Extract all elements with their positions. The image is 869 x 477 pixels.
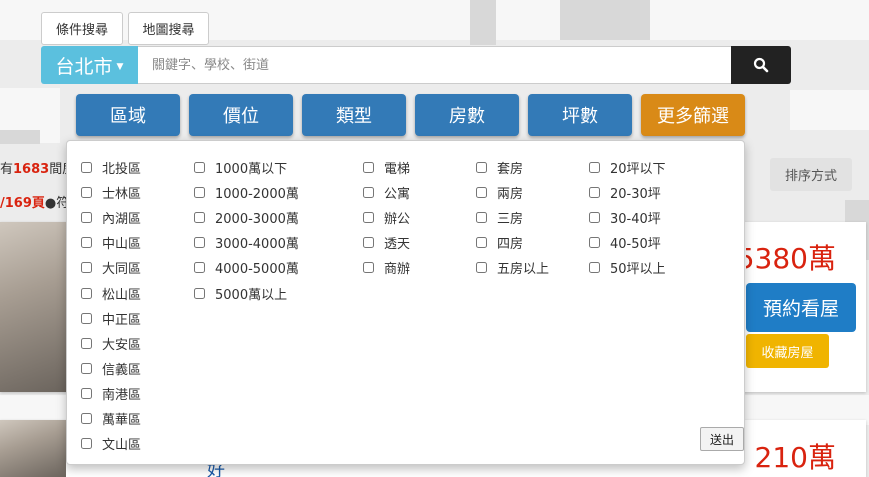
checkbox[interactable] (476, 212, 487, 224)
size-option[interactable]: 20-30坪 (589, 180, 666, 205)
rooms-option[interactable]: 五房以上 (476, 255, 549, 280)
district-option[interactable]: 文山區 (81, 431, 141, 456)
checkbox[interactable] (476, 237, 487, 249)
caret-down-icon: ▼ (116, 62, 124, 72)
sort-button[interactable]: 排序方式 (770, 158, 852, 191)
district-option[interactable]: 萬華區 (81, 406, 141, 431)
checkbox[interactable] (81, 412, 92, 424)
filter-rooms-button[interactable]: 房數 (415, 94, 519, 136)
checkbox[interactable] (589, 187, 600, 199)
checkbox[interactable] (81, 362, 92, 374)
type-option[interactable]: 辦公 (363, 205, 410, 230)
checkbox[interactable] (81, 438, 92, 450)
checkbox[interactable] (589, 262, 600, 274)
rooms-column: 套房 兩房 三房 四房 五房以上 (476, 155, 549, 280)
checkbox[interactable] (363, 162, 374, 174)
district-option[interactable]: 大安區 (81, 331, 141, 356)
search-icon (753, 57, 769, 73)
search-input[interactable] (138, 46, 732, 84)
type-option[interactable]: 公寓 (363, 180, 410, 205)
filter-dropdown-panel: 北投區 士林區 內湖區 中山區 大同區 松山區 中正區 大安區 信義區 南港區 … (66, 140, 745, 465)
filter-size-button[interactable]: 坪數 (528, 94, 632, 136)
district-option[interactable]: 士林區 (81, 180, 141, 205)
district-option[interactable]: 內湖區 (81, 205, 141, 230)
checkbox[interactable] (589, 237, 600, 249)
checkbox[interactable] (476, 162, 487, 174)
district-option[interactable]: 中山區 (81, 230, 141, 255)
checkbox[interactable] (194, 162, 205, 174)
checkbox[interactable] (589, 212, 600, 224)
filter-district-button[interactable]: 區域 (76, 94, 180, 136)
price-option[interactable]: 3000-4000萬 (194, 230, 299, 255)
listing-price: 210萬 (754, 441, 836, 474)
size-column: 20坪以下 20-30坪 30-40坪 40-50坪 50坪以上 (589, 155, 666, 280)
checkbox[interactable] (81, 212, 92, 224)
city-dropdown-button[interactable]: 台北市 ▼ (41, 46, 138, 84)
rooms-option[interactable]: 四房 (476, 230, 549, 255)
checkbox[interactable] (476, 262, 487, 274)
result-count: 有1683間房 (0, 162, 76, 177)
size-option[interactable]: 50坪以上 (589, 255, 666, 280)
filter-type-button[interactable]: 類型 (302, 94, 406, 136)
checkbox[interactable] (81, 387, 92, 399)
checkbox[interactable] (363, 187, 374, 199)
listing-price: 5380萬 (746, 242, 836, 275)
district-option[interactable]: 南港區 (81, 381, 141, 406)
rooms-option[interactable]: 套房 (476, 155, 549, 180)
checkbox[interactable] (363, 212, 374, 224)
price-column: 1000萬以下 1000-2000萬 2000-3000萬 3000-4000萬… (194, 155, 299, 306)
district-option[interactable]: 大同區 (81, 255, 141, 280)
size-option[interactable]: 20坪以下 (589, 155, 666, 180)
submit-button[interactable]: 送出 (700, 427, 744, 451)
checkbox[interactable] (81, 187, 92, 199)
type-option[interactable]: 透天 (363, 230, 410, 255)
checkbox[interactable] (194, 287, 205, 299)
price-option[interactable]: 5000萬以上 (194, 280, 299, 305)
search-button[interactable] (731, 46, 791, 84)
checkbox[interactable] (363, 237, 374, 249)
checkbox[interactable] (81, 287, 92, 299)
district-option[interactable]: 松山區 (81, 280, 141, 305)
checkbox[interactable] (81, 162, 92, 174)
checkbox[interactable] (194, 262, 205, 274)
listing-photo (0, 222, 66, 392)
city-label: 台北市 (55, 55, 113, 78)
tab-map-search[interactable]: 地圖搜尋 (128, 12, 209, 45)
filter-more-button[interactable]: 更多篩選 (641, 94, 745, 136)
price-option[interactable]: 2000-3000萬 (194, 205, 299, 230)
checkbox[interactable] (194, 187, 205, 199)
page-indicator: /169頁●符 (0, 196, 70, 211)
checkbox[interactable] (81, 337, 92, 349)
checkbox[interactable] (194, 237, 205, 249)
district-option[interactable]: 信義區 (81, 356, 141, 381)
price-option[interactable]: 1000萬以下 (194, 155, 299, 180)
checkbox[interactable] (194, 212, 205, 224)
district-option[interactable]: 中正區 (81, 306, 141, 331)
checkbox[interactable] (81, 262, 92, 274)
checkbox[interactable] (363, 262, 374, 274)
type-option[interactable]: 電梯 (363, 155, 410, 180)
tab-condition-search[interactable]: 條件搜尋 (41, 12, 123, 45)
district-column: 北投區 士林區 內湖區 中山區 大同區 松山區 中正區 大安區 信義區 南港區 … (81, 155, 141, 456)
rooms-option[interactable]: 三房 (476, 205, 549, 230)
district-option[interactable]: 北投區 (81, 155, 141, 180)
checkbox[interactable] (81, 237, 92, 249)
checkbox[interactable] (81, 312, 92, 324)
size-option[interactable]: 40-50坪 (589, 230, 666, 255)
rooms-option[interactable]: 兩房 (476, 180, 549, 205)
filter-price-button[interactable]: 價位 (189, 94, 293, 136)
price-option[interactable]: 4000-5000萬 (194, 255, 299, 280)
checkbox[interactable] (476, 187, 487, 199)
favorite-button[interactable]: 收藏房屋 (746, 334, 829, 368)
price-option[interactable]: 1000-2000萬 (194, 180, 299, 205)
book-viewing-button[interactable]: 預約看屋 (746, 283, 856, 332)
listing-photo (0, 420, 66, 477)
type-option[interactable]: 商辦 (363, 255, 410, 280)
checkbox[interactable] (589, 162, 600, 174)
size-option[interactable]: 30-40坪 (589, 205, 666, 230)
type-column: 電梯 公寓 辦公 透天 商辦 (363, 155, 410, 280)
